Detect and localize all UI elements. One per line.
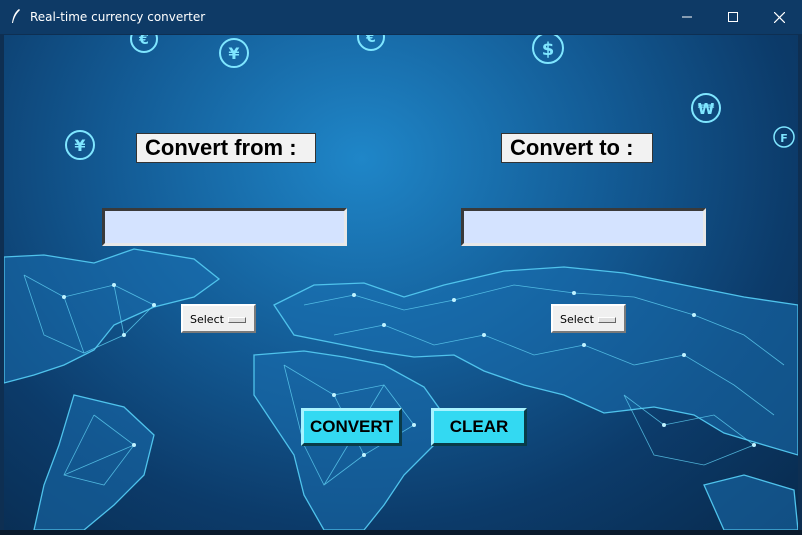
to-amount-input[interactable]: [461, 208, 706, 246]
dropdown-indicator-icon: [228, 317, 246, 323]
svg-text:$: $: [542, 39, 555, 60]
maximize-button[interactable]: [710, 0, 756, 34]
svg-text:¥: ¥: [74, 136, 85, 155]
euro-coin-icon: €: [357, 35, 385, 51]
dollar-coin-icon: $: [532, 35, 564, 64]
app-window: Real-time currency converter € € ¥ ¥ $ ₩…: [0, 0, 802, 535]
close-icon: [773, 11, 785, 23]
svg-text:¥: ¥: [228, 44, 239, 63]
minimize-button[interactable]: [664, 0, 710, 34]
to-currency-select-label: Select: [560, 313, 594, 326]
from-amount-input[interactable]: [102, 208, 347, 246]
maximize-icon: [728, 12, 738, 22]
from-currency-select[interactable]: Select: [181, 304, 256, 333]
convert-button[interactable]: CONVERT: [301, 408, 402, 446]
from-currency-select-label: Select: [190, 313, 224, 326]
svg-text:F: F: [780, 132, 788, 145]
franc-coin-icon: F: [773, 126, 795, 148]
convert-from-label: Convert from :: [136, 133, 316, 163]
app-feather-icon: [12, 9, 20, 23]
world-network-background: € € ¥ ¥ $ ₩ F: [4, 35, 798, 530]
won-coin-icon: ₩: [691, 93, 721, 123]
close-button[interactable]: [756, 0, 802, 34]
svg-text:€: €: [138, 35, 149, 48]
clear-button[interactable]: CLEAR: [431, 408, 527, 446]
title-bar[interactable]: Real-time currency converter: [0, 0, 802, 34]
to-currency-select[interactable]: Select: [551, 304, 626, 333]
converter-panel: € € ¥ ¥ $ ₩ F Convert from: Convert to …: [4, 35, 798, 530]
euro-coin-icon: €: [130, 35, 158, 53]
yen-coin-icon: ¥: [219, 38, 249, 68]
convert-to-label: Convert to :: [501, 133, 653, 163]
dropdown-indicator-icon: [598, 317, 616, 323]
yen-coin-icon: ¥: [65, 130, 95, 160]
svg-text:€: €: [365, 35, 376, 46]
window-title: Real-time currency converter: [30, 10, 206, 24]
minimize-icon: [682, 16, 692, 18]
svg-text:₩: ₩: [698, 100, 715, 118]
window-bottom-border: [0, 530, 802, 535]
